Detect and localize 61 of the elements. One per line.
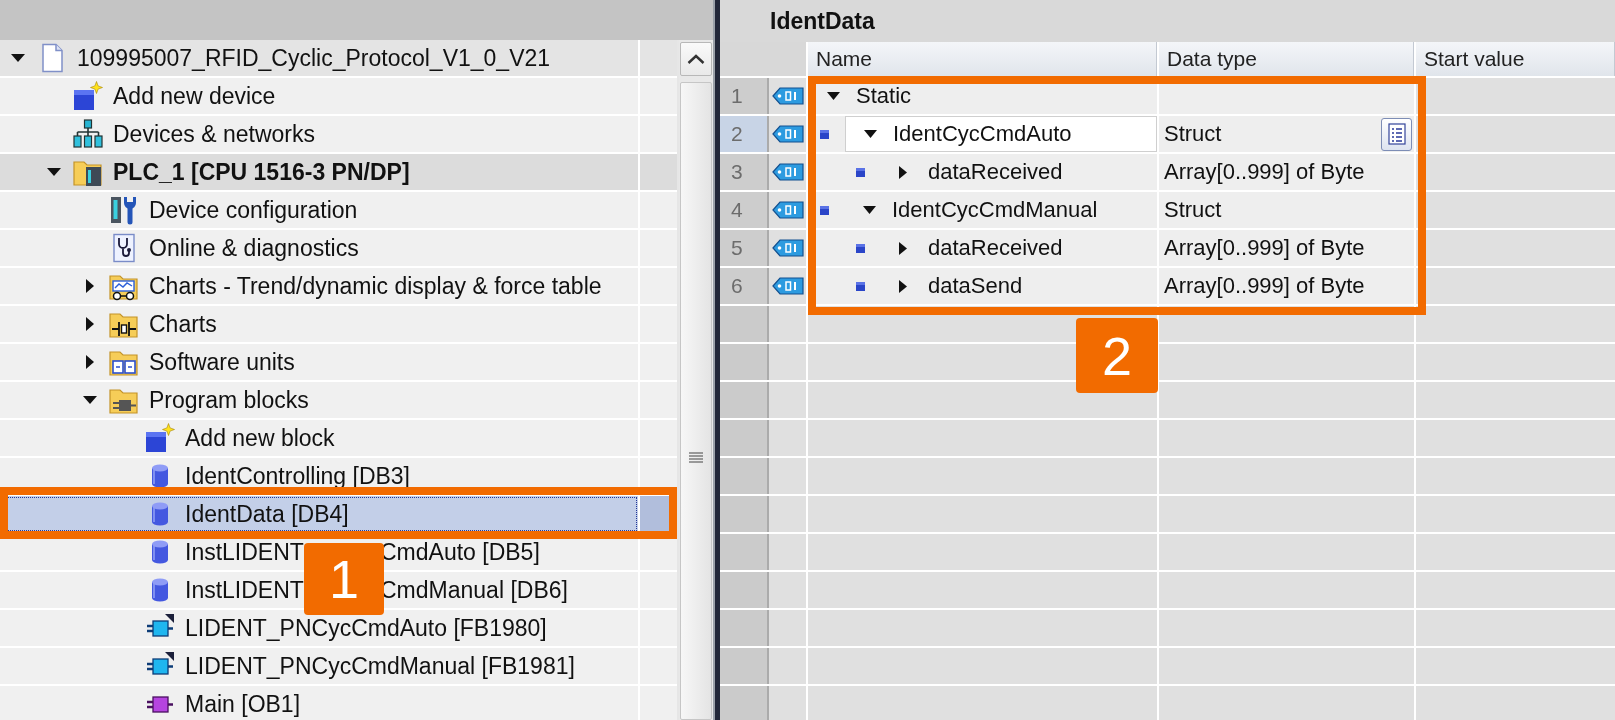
square-icon xyxy=(856,281,865,291)
variable-name: dataReceived xyxy=(928,159,1063,185)
caret-down-icon[interactable] xyxy=(83,396,97,404)
table-row[interactable]: 5 dataReceived Array[0..999] of Byte xyxy=(720,230,1615,268)
scroll-up-button[interactable] xyxy=(680,42,712,76)
square-icon xyxy=(856,167,865,177)
row-number: 2 xyxy=(731,122,743,146)
data-type: Array[0..999] of Byte xyxy=(1164,159,1365,185)
row-number: 3 xyxy=(731,160,743,184)
new-item-icon xyxy=(145,423,175,453)
editor-title: IdentData xyxy=(770,7,875,35)
caret-down-icon[interactable] xyxy=(864,130,877,138)
square-icon xyxy=(856,243,865,253)
panel-splitter[interactable] xyxy=(713,0,720,720)
data-type: Struct xyxy=(1164,121,1222,147)
caret-right-icon[interactable] xyxy=(86,279,94,293)
step-number: 2 xyxy=(1076,318,1158,393)
row-number: 5 xyxy=(731,236,743,260)
row-number: 6 xyxy=(731,274,743,298)
step-number: 1 xyxy=(304,543,384,615)
caret-right-icon[interactable] xyxy=(899,241,907,255)
tag-icon xyxy=(771,200,804,220)
row-number: 1 xyxy=(731,84,743,108)
caret-down-icon[interactable] xyxy=(11,54,25,62)
variable-name: Static xyxy=(856,83,912,109)
data-type: Array[0..999] of Byte xyxy=(1164,273,1365,299)
tag-icon xyxy=(771,162,804,182)
variable-name: dataReceived xyxy=(928,235,1063,261)
list-icon xyxy=(1387,123,1406,145)
table-row[interactable]: 4 IdentCycCmdManual Struct xyxy=(720,192,1615,230)
caret-up-icon xyxy=(687,54,705,64)
table-row[interactable]: 3 dataReceived Array[0..999] of Byte xyxy=(720,154,1615,192)
grip-icon xyxy=(689,452,703,463)
details-button[interactable] xyxy=(1381,117,1412,151)
network-icon xyxy=(73,119,103,149)
caret-down-icon[interactable] xyxy=(827,92,840,100)
square-icon xyxy=(820,129,829,139)
tag-icon xyxy=(771,86,804,106)
table-row[interactable]: 6 dataSend Array[0..999] of Byte xyxy=(720,268,1615,306)
variable-name: dataSend xyxy=(928,273,1023,299)
data-type: Struct xyxy=(1164,197,1222,223)
variable-name: IdentCycCmdAuto xyxy=(893,121,1072,147)
tag-icon xyxy=(771,276,804,296)
variable-name: IdentCycCmdManual xyxy=(892,197,1098,223)
column-header[interactable]: Data type xyxy=(1159,42,1414,76)
caret-right-icon[interactable] xyxy=(86,355,94,369)
caret-down-icon[interactable] xyxy=(863,206,876,214)
caret-right-icon[interactable] xyxy=(899,165,907,179)
new-item-icon xyxy=(73,81,103,111)
caret-down-icon[interactable] xyxy=(47,168,61,176)
tag-icon xyxy=(771,238,804,258)
wrench-icon xyxy=(109,195,139,225)
caret-right-icon[interactable] xyxy=(86,317,94,331)
caret-right-icon[interactable] xyxy=(899,279,907,293)
table-row[interactable]: 2 IdentCycCmdAuto Struct xyxy=(720,116,1615,154)
column-header[interactable]: Name xyxy=(808,42,1157,76)
column-header[interactable]: Start value xyxy=(1416,42,1615,76)
square-icon xyxy=(820,205,829,215)
tag-icon xyxy=(771,124,804,144)
data-type: Array[0..999] of Byte xyxy=(1164,235,1365,261)
row-number: 4 xyxy=(731,198,743,222)
